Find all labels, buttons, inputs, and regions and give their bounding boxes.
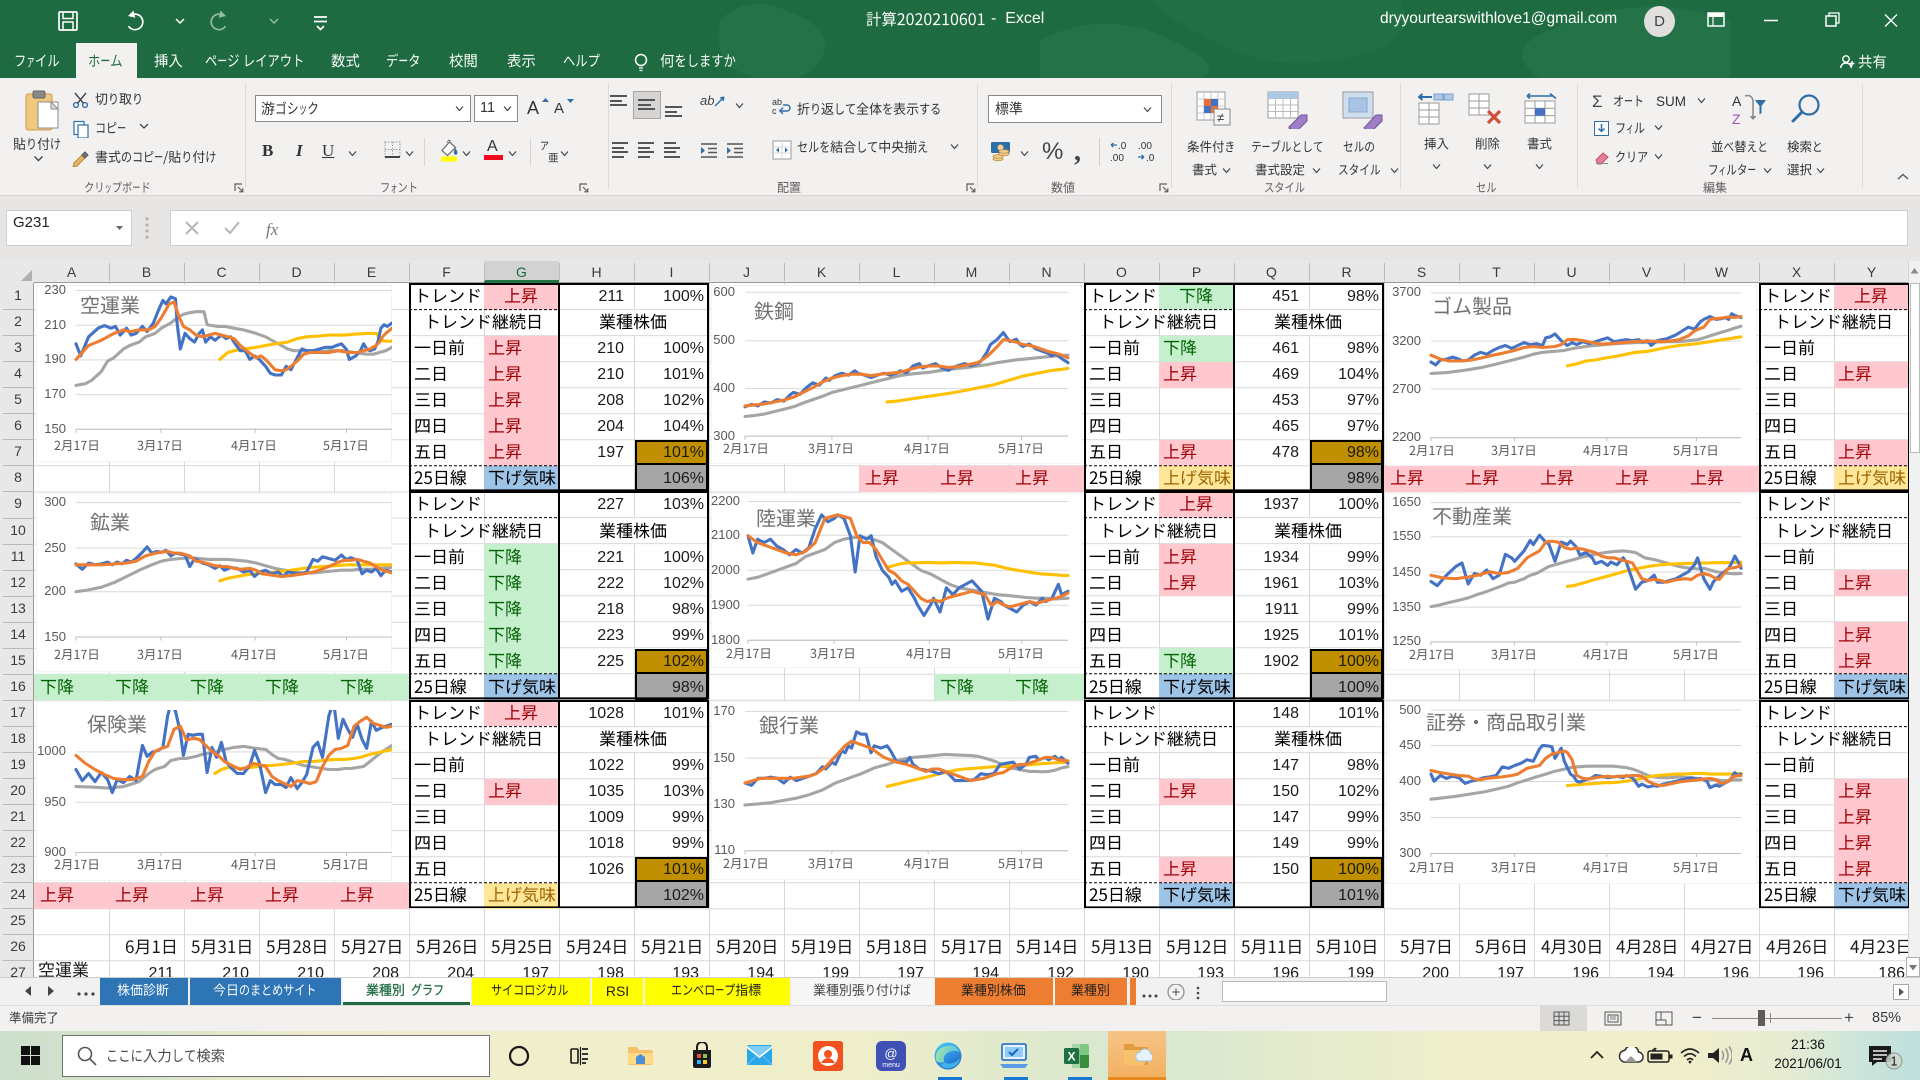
svg-text:@: @ bbox=[884, 1046, 897, 1061]
svg-text:A: A bbox=[1732, 93, 1742, 109]
svg-text:≠: ≠ bbox=[1217, 110, 1224, 125]
svg-text:Z: Z bbox=[1732, 111, 1741, 127]
svg-text:.0: .0 bbox=[1118, 141, 1127, 152]
svg-text:.0: .0 bbox=[1146, 153, 1155, 164]
svg-text:menu: menu bbox=[882, 1062, 900, 1069]
svg-text:X: X bbox=[1067, 1050, 1075, 1064]
svg-text:.00: .00 bbox=[1110, 153, 1124, 164]
svg-text:.00: .00 bbox=[1138, 141, 1152, 152]
svg-text:fx: fx bbox=[266, 220, 279, 239]
svg-text:c: c bbox=[772, 106, 777, 116]
svg-text:1: 1 bbox=[1891, 1055, 1898, 1069]
